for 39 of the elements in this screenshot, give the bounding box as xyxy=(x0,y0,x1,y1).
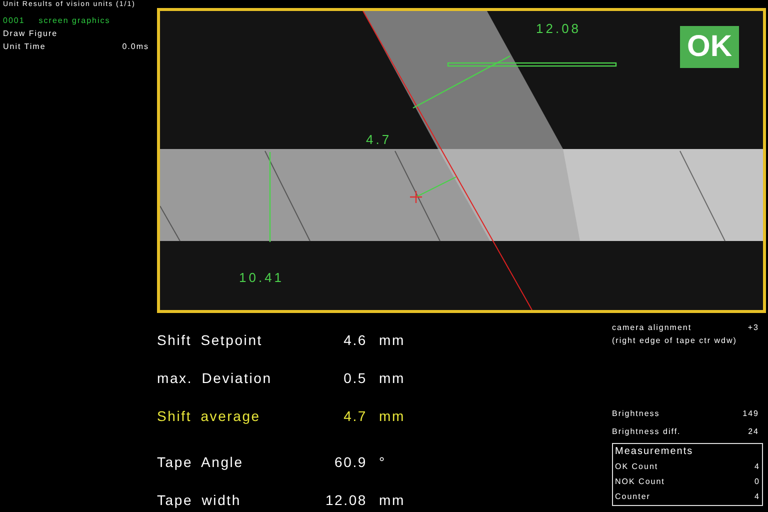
measurement-label: Tape width xyxy=(157,492,242,508)
measurement-label: Shift average xyxy=(157,408,262,424)
measurement-value: 4.6 xyxy=(342,332,367,348)
counter-value: 4 xyxy=(754,461,760,473)
crosshair-icon xyxy=(409,190,423,204)
measurement-overlay-label: 12.08 xyxy=(536,21,582,36)
sidebar-value: 0.0ms xyxy=(122,41,149,53)
sidebar-label: Draw Figure xyxy=(3,28,58,40)
alignment-value: +3 xyxy=(748,322,759,334)
measurement-value: 0.5 xyxy=(342,370,367,386)
measurement-unit: mm xyxy=(379,332,405,348)
measurement-label: Tape Angle xyxy=(157,454,244,470)
status-badge: OK xyxy=(680,26,739,68)
brightness-value: 24 xyxy=(748,426,759,438)
counter-label: NOK Count xyxy=(615,476,665,488)
alignment-note: (right edge of tape ctr wdw) xyxy=(612,335,738,347)
measurement-unit: mm xyxy=(379,492,405,508)
measurement-overlay-label: 10.41 xyxy=(239,270,284,285)
counter-value: 0 xyxy=(754,476,760,488)
counter-value: 4 xyxy=(754,491,760,503)
unit-number: 0001 xyxy=(3,15,25,27)
brightness-label: Brightness xyxy=(612,408,660,420)
counter-label: OK Count xyxy=(615,461,658,473)
measurement-value: 12.08 xyxy=(324,492,367,508)
unit-name: screen graphics xyxy=(38,15,110,27)
measurement-overlay-label: 4.7 xyxy=(366,132,392,147)
alignment-label: camera alignment xyxy=(612,322,692,334)
measurement-unit: mm xyxy=(379,408,405,424)
brightness-value: 149 xyxy=(742,408,759,420)
measurement-label: max. Deviation xyxy=(157,370,273,386)
measurement-value: 60.9 xyxy=(334,454,367,470)
measurement-value: 4.7 xyxy=(342,408,367,424)
brightness-label: Brightness diff. xyxy=(612,426,681,438)
measurement-unit: mm xyxy=(379,370,405,386)
counter-label: Counter xyxy=(615,491,650,503)
measurement-unit: ° xyxy=(379,454,386,470)
counters-title: Measurements xyxy=(615,445,694,459)
measurement-label: Shift Setpoint xyxy=(157,332,264,348)
sidebar-label: Unit Time xyxy=(3,41,46,53)
